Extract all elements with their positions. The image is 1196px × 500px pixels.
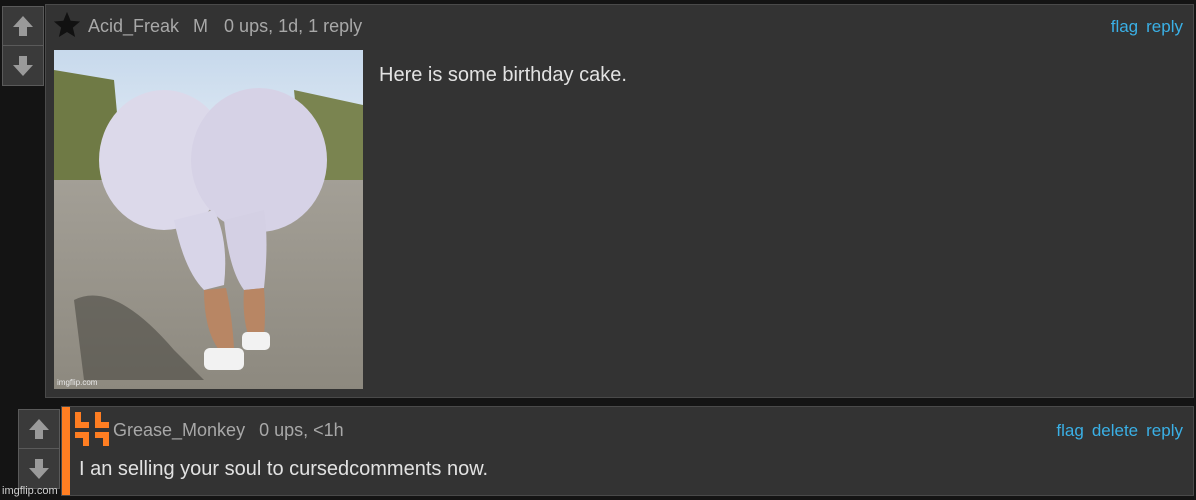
comment-2: Grease_Monkey 0 ups, <1h flag delete rep… (61, 406, 1194, 496)
reply-link[interactable]: reply (1146, 421, 1183, 441)
vote-column-2 (18, 409, 60, 489)
mod-badge: M (193, 16, 209, 36)
upvote-button[interactable] (2, 6, 44, 46)
arrow-down-icon (13, 55, 33, 76)
comment-2-actions: flag delete reply (1056, 421, 1183, 441)
site-watermark: imgflip.com (2, 485, 58, 497)
flag-link[interactable]: flag (1111, 17, 1138, 37)
image-watermark: imgflip.com (57, 378, 98, 387)
reply-link[interactable]: reply (1146, 17, 1183, 37)
username[interactable]: Acid_Freak (88, 16, 179, 37)
comment-2-body: I an selling your soul to cursedcomments… (79, 458, 489, 480)
comment-stats: 0 ups, 1d, 1 reply (224, 16, 363, 36)
upvote-button[interactable] (18, 409, 60, 449)
downvote-button[interactable] (18, 449, 60, 489)
comment-1-meta: Acid_Freak M 0 ups, 1d, 1 reply (88, 16, 362, 37)
accent-bar (62, 407, 70, 495)
comment-image[interactable]: imgflip.com (54, 50, 363, 389)
comment-1-body: Here is some birthday cake. (379, 64, 627, 86)
arrow-up-icon (13, 16, 33, 36)
comment-2-meta: Grease_Monkey 0 ups, <1h (113, 420, 344, 441)
star-icon (52, 10, 82, 45)
delete-link[interactable]: delete (1092, 421, 1138, 441)
downvote-button[interactable] (2, 46, 44, 86)
arrow-up-icon (29, 419, 49, 439)
vote-column-1 (2, 6, 44, 86)
comment-1-actions: flag reply (1111, 17, 1183, 37)
arrow-down-icon (29, 458, 49, 479)
comment-stats: 0 ups, <1h (259, 420, 344, 440)
imgflip-logo-icon (75, 412, 109, 451)
flag-link[interactable]: flag (1056, 421, 1083, 441)
username[interactable]: Grease_Monkey (113, 420, 245, 441)
comment-1: Acid_Freak M 0 ups, 1d, 1 reply flag rep… (45, 4, 1194, 398)
